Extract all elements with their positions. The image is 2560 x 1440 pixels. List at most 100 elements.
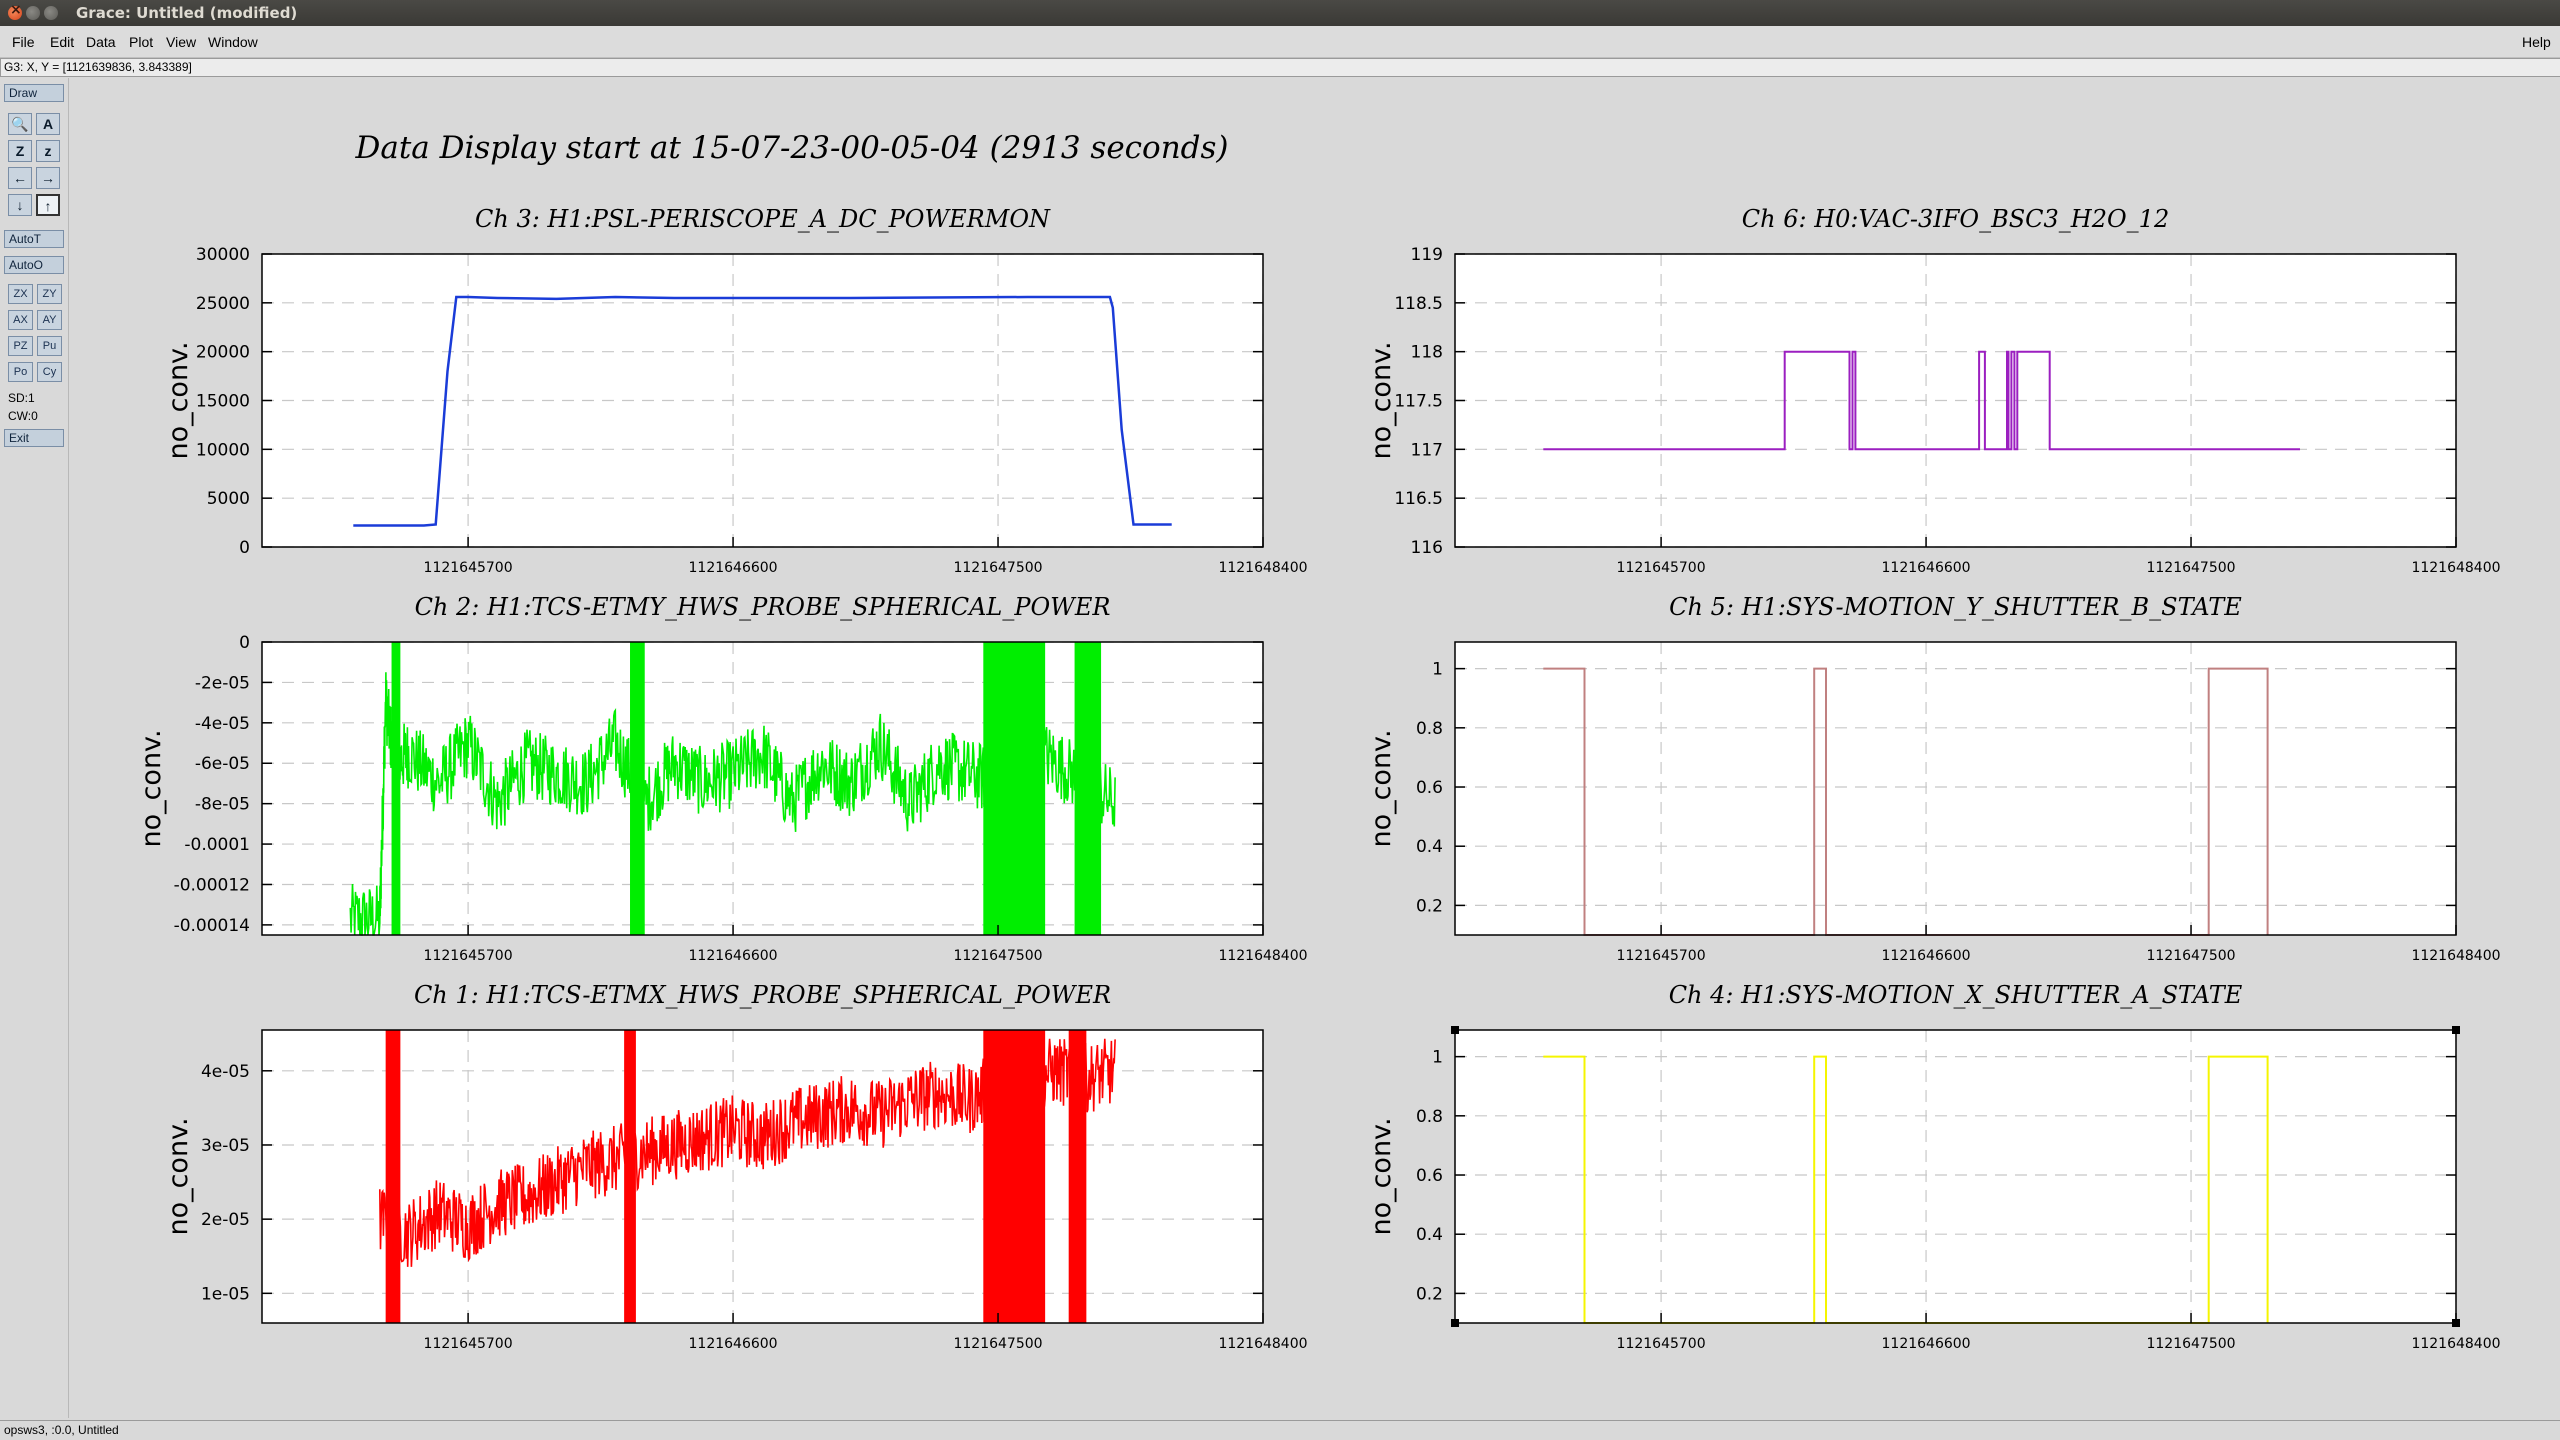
exit-button[interactable]: Exit	[4, 429, 64, 447]
y-tick-label: 117	[1411, 440, 1443, 460]
toolbox: Draw 🔍 A Z z ← → ↓ ↑ AutoT AutoO ZX ZY A…	[0, 78, 69, 1418]
x-tick-label: 1121646600	[689, 948, 778, 964]
push-button[interactable]: Pu	[37, 336, 62, 356]
pan-up-icon[interactable]: ↑	[36, 194, 60, 216]
y-tick-label: 1e-05	[201, 1284, 250, 1304]
chart-3[interactable]: 0 -2e-05 -4e-05 -6e-05 -8e-05 -0.0001 -0.00012…	[136, 593, 1308, 964]
y-tick-label: -6e-05	[195, 754, 250, 774]
y-tick-label: 119	[1411, 245, 1443, 265]
x-tick-label: 1121648400	[1218, 1336, 1307, 1352]
stack-depth: SD:1	[8, 391, 35, 405]
menu-view[interactable]: View	[166, 34, 196, 50]
saturation-band	[385, 1030, 401, 1323]
chart-title: Ch 4: H1:SYS-MOTION_X_SHUTTER_A_STATE	[1669, 981, 2243, 1009]
plot-area	[1455, 1030, 2456, 1323]
y-tick-label: 116	[1411, 538, 1443, 558]
maximize-window-button[interactable]	[44, 6, 58, 20]
y-tick-label: 0.4	[1416, 1225, 1443, 1245]
y-tick-label: 118	[1411, 343, 1443, 363]
menu-edit[interactable]: Edit	[50, 34, 74, 50]
autot-button[interactable]: AutoT	[4, 230, 64, 248]
x-tick-label: 1121647500	[953, 948, 1042, 964]
current-world: CW:0	[8, 409, 38, 423]
zoom-x-icon[interactable]: Z	[8, 140, 32, 162]
plot-area	[262, 642, 1263, 935]
y-axis-label: no_conv.	[136, 729, 167, 847]
close-window-button[interactable]	[8, 2, 22, 20]
window-title: Grace: Untitled (modified)	[76, 4, 298, 22]
zoom-y-icon[interactable]: z	[36, 140, 60, 162]
chart-4[interactable]: 0.2 0.4 0.6 0.8 1 1121645700 1121646600 1121647…	[1366, 593, 2501, 964]
minimize-window-button[interactable]	[26, 6, 40, 20]
y-tick-label: 117.5	[1394, 392, 1443, 412]
title-bar: Grace: Untitled (modified)	[0, 0, 2560, 26]
chart-title: Ch 5: H1:SYS-MOTION_Y_SHUTTER_B_STATE	[1669, 593, 2242, 621]
menu-file[interactable]: File	[12, 34, 35, 50]
y-tick-label: 10000	[196, 440, 250, 460]
y-tick-label: 0.8	[1416, 1107, 1443, 1127]
y-tick-label: 118.5	[1394, 294, 1443, 314]
chart-1[interactable]: 0 5000 10000 15000 20000 25000 30000 1121645700…	[163, 205, 1308, 576]
saturation-band	[391, 642, 401, 935]
zoom-icon[interactable]: 🔍	[8, 113, 32, 135]
y-tick-label: 2e-05	[201, 1210, 250, 1230]
selection-handle[interactable]	[2452, 1319, 2460, 1327]
pop-button[interactable]: Po	[8, 362, 33, 382]
coordinates-readout: G3: X, Y = [1121639836, 3.843389]	[0, 58, 2560, 77]
x-tick-label: 1121647500	[953, 1336, 1042, 1352]
menu-plot[interactable]: Plot	[129, 34, 153, 50]
x-tick-label: 1121646600	[689, 1336, 778, 1352]
saturation-band	[630, 642, 645, 935]
y-tick-label: -8e-05	[195, 795, 250, 815]
y-tick-label: 30000	[196, 245, 250, 265]
y-axis-label: no_conv.	[163, 1117, 194, 1235]
x-tick-label: 1121646600	[689, 560, 778, 576]
cycle-button[interactable]: Cy	[37, 362, 62, 382]
x-tick-label: 1121646600	[1882, 1336, 1971, 1352]
menu-window[interactable]: Window	[208, 34, 258, 50]
selection-handle[interactable]	[2452, 1026, 2460, 1034]
autoscale-x-button[interactable]: AX	[8, 310, 33, 330]
chart-5[interactable]: 1e-05 2e-05 3e-05 4e-05 1121645700 1121646600…	[163, 981, 1308, 1352]
plot-canvas[interactable]: Data Display start at 15-07-23-00-05-04 …	[69, 78, 2560, 1418]
autoscale-y-button[interactable]: AY	[37, 310, 62, 330]
selection-handle[interactable]	[1451, 1319, 1459, 1327]
y-tick-label: 3e-05	[201, 1136, 250, 1156]
x-tick-label: 1121648400	[2411, 560, 2500, 576]
chart-title: Ch 2: H1:TCS-ETMY_HWS_PROBE_SPHERICAL_PO…	[415, 593, 1111, 621]
zoom-x-button[interactable]: ZX	[8, 284, 33, 304]
y-axis-label: no_conv.	[1366, 341, 1397, 459]
y-tick-label: -4e-05	[195, 714, 250, 734]
x-tick-label: 1121646600	[1882, 948, 1971, 964]
y-tick-label: 116.5	[1394, 489, 1443, 509]
zoom-y-button[interactable]: ZY	[37, 284, 62, 304]
pan-right-icon[interactable]: →	[36, 167, 60, 189]
menu-data[interactable]: Data	[86, 34, 116, 50]
push-zoom-button[interactable]: PZ	[8, 336, 33, 356]
y-axis-label: no_conv.	[1366, 1117, 1397, 1235]
y-tick-label: -2e-05	[195, 673, 250, 693]
y-tick-label: -0.00014	[174, 916, 250, 936]
pan-down-icon[interactable]: ↓	[8, 194, 32, 216]
y-axis-label: no_conv.	[1366, 729, 1397, 847]
y-tick-label: 0.6	[1416, 778, 1443, 798]
y-tick-label: 0.2	[1416, 1284, 1443, 1304]
y-tick-label: 1	[1432, 1048, 1443, 1068]
saturation-band	[983, 1030, 1046, 1323]
saturation-band	[983, 642, 1046, 935]
x-tick-label: 1121645700	[1617, 948, 1706, 964]
chart-2[interactable]: 116 116.5 117 117.5 118 118.5 119 1121645700 112…	[1366, 205, 2501, 576]
y-tick-label: 15000	[196, 392, 250, 412]
x-tick-label: 1121648400	[1218, 560, 1307, 576]
x-tick-label: 1121645700	[424, 948, 513, 964]
y-tick-label: 25000	[196, 294, 250, 314]
selection-handle[interactable]	[1451, 1026, 1459, 1034]
chart-6[interactable]: 0.2 0.4 0.6 0.8 1 1121645700 1121646600 1121647…	[1366, 981, 2501, 1352]
pan-left-icon[interactable]: ←	[8, 167, 32, 189]
x-tick-label: 1121646600	[1882, 560, 1971, 576]
y-tick-label: 5000	[207, 489, 250, 509]
menu-help[interactable]: Help	[2522, 34, 2551, 50]
autoo-button[interactable]: AutoO	[4, 256, 64, 274]
draw-button[interactable]: Draw	[4, 84, 64, 102]
autoscale-icon[interactable]: A	[36, 113, 60, 135]
